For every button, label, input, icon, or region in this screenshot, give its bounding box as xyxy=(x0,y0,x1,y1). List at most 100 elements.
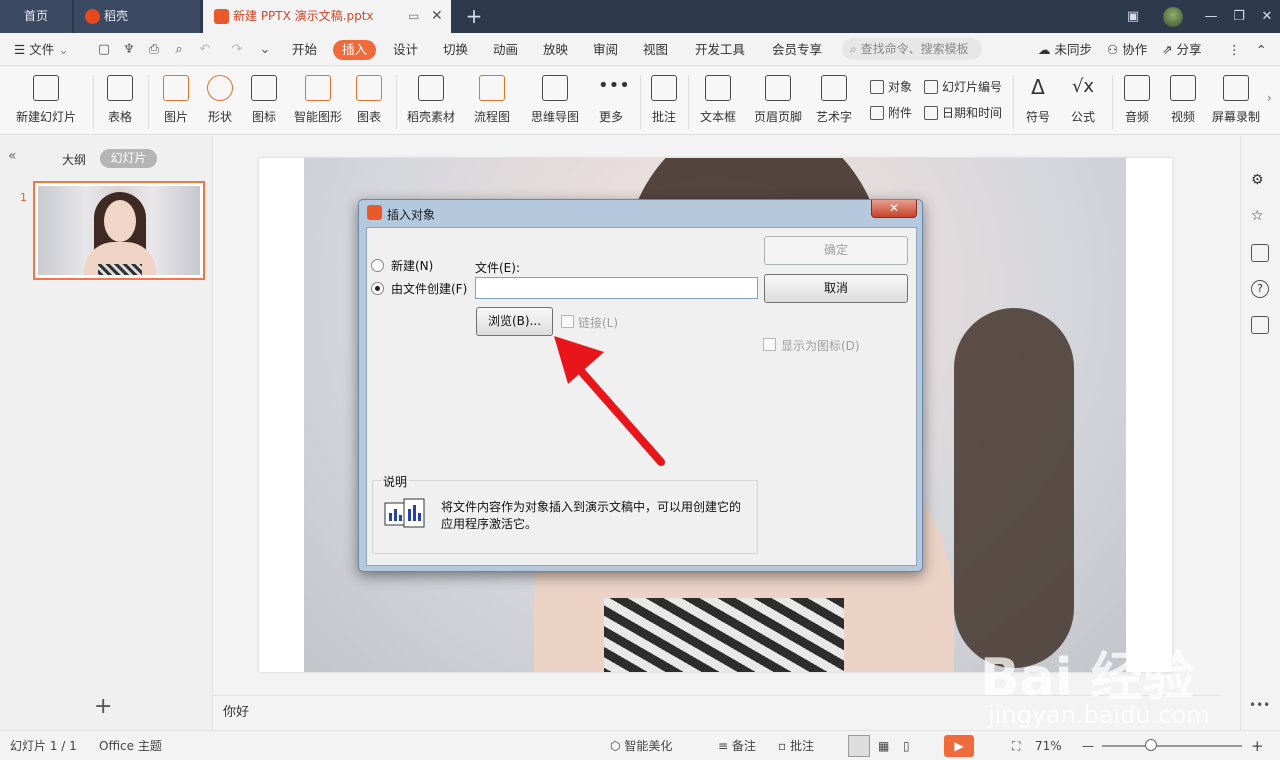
redo-icon[interactable]: ↷ xyxy=(228,41,246,58)
share-button[interactable]: ⇗ 分享 xyxy=(1162,40,1201,60)
vertical-scrollbar[interactable] xyxy=(1220,140,1238,693)
zoom-slider[interactable] xyxy=(1102,745,1242,747)
mindmap-button[interactable]: 思维导图 xyxy=(526,75,584,131)
slide-number: 1 xyxy=(20,191,27,204)
header-footer-button[interactable]: 页眉页脚 xyxy=(752,75,804,131)
smart-beautify-button[interactable]: ⬡ 智能美化 xyxy=(610,738,672,754)
slide-number-button[interactable]: 幻灯片编号 xyxy=(922,78,1002,96)
new-slide-button[interactable]: 新建幻灯片 xyxy=(10,75,82,131)
shape-button[interactable]: 形状 xyxy=(202,75,238,131)
browse-button[interactable]: 浏览(B)... xyxy=(476,307,553,336)
link-checkbox[interactable] xyxy=(561,315,574,328)
daoke-assets-button[interactable]: 稻壳素材 xyxy=(405,75,457,131)
add-slide-button[interactable]: + xyxy=(94,694,112,719)
formula-button[interactable]: √x 公式 xyxy=(1064,75,1102,131)
ribbon-scroll-right-icon[interactable]: › xyxy=(1267,91,1272,105)
zoom-level[interactable]: 71% xyxy=(1035,738,1062,754)
menu-developer[interactable]: 开发工具 xyxy=(695,40,745,60)
textbox-button[interactable]: 文本框 xyxy=(695,75,741,131)
dialog-close-button[interactable]: ✕ xyxy=(871,200,917,218)
tab-document[interactable]: 新建 PPTX 演示文稿.pptx ▭ ✕ xyxy=(203,0,451,33)
picture-button[interactable]: 图片 xyxy=(158,75,194,131)
smart-shape-button[interactable]: 智能图形 xyxy=(292,75,344,131)
chart-button[interactable]: 图表 xyxy=(352,75,386,131)
tab-home[interactable]: 首页 xyxy=(0,0,72,33)
menu-view[interactable]: 视图 xyxy=(643,40,668,60)
attachment-button[interactable]: 附件 xyxy=(868,104,912,122)
wordart-button[interactable]: 艺术字 xyxy=(811,75,857,131)
file-menu[interactable]: ☰ 文件 ⌄ xyxy=(14,40,69,60)
zoom-slider-thumb[interactable] xyxy=(1145,739,1157,751)
save-icon[interactable]: ▢ xyxy=(95,41,113,58)
collapse-panel-icon[interactable]: « xyxy=(8,148,17,164)
collab-button[interactable]: ⚇ 协作 xyxy=(1107,40,1147,60)
notes-toggle-label: 备注 xyxy=(731,739,756,753)
audio-button[interactable]: 音频 xyxy=(1118,75,1156,131)
play-slideshow-button[interactable]: ▶ xyxy=(944,735,974,757)
file-path-input[interactable] xyxy=(475,277,758,299)
date-time-button[interactable]: 日期和时间 xyxy=(922,104,1002,122)
zoom-out-icon[interactable]: — xyxy=(1082,738,1094,754)
sync-status[interactable]: ☁ 未同步 xyxy=(1038,40,1092,60)
print-icon[interactable]: ⎙ xyxy=(145,41,163,58)
more-options-icon[interactable]: ⋮ xyxy=(1228,40,1241,60)
properties-icon[interactable]: ⚙ xyxy=(1251,172,1269,190)
ribbon-divider xyxy=(1013,75,1014,129)
menu-animation[interactable]: 动画 xyxy=(493,40,518,60)
radio-create-from-file[interactable] xyxy=(371,282,384,295)
undo-icon[interactable]: ↶ xyxy=(196,41,214,58)
notes-toggle-button[interactable]: ≡ 备注 xyxy=(718,738,756,754)
object-description-icon xyxy=(384,497,426,529)
tab-outline[interactable]: 大纲 xyxy=(62,151,86,168)
comments-toggle-button[interactable]: ▫ 批注 xyxy=(778,738,814,754)
slide-thumbnail[interactable] xyxy=(33,181,205,280)
display-as-icon-checkbox[interactable] xyxy=(763,338,776,351)
menu-transition[interactable]: 切换 xyxy=(443,40,468,60)
comment-button[interactable]: 批注 xyxy=(648,75,680,131)
restore-button[interactable]: ❐ xyxy=(1224,0,1254,33)
format-painter-icon[interactable]: ♆ xyxy=(120,41,138,58)
backup-icon[interactable] xyxy=(1251,316,1269,334)
symbol-icon: Δ xyxy=(1031,75,1045,99)
close-window-button[interactable]: ✕ xyxy=(1252,0,1280,33)
new-tab-button[interactable]: + xyxy=(462,0,486,33)
flowchart-button[interactable]: 流程图 xyxy=(469,75,515,131)
video-button[interactable]: 视频 xyxy=(1164,75,1202,131)
icon-button[interactable]: 图标 xyxy=(246,75,282,131)
avatar[interactable] xyxy=(1158,0,1188,33)
tab-daoke[interactable]: 稻壳 xyxy=(74,0,200,33)
radio-create-new[interactable] xyxy=(371,259,384,272)
cancel-button[interactable]: 取消 xyxy=(764,274,908,303)
tab-slides[interactable]: 幻灯片 xyxy=(100,149,157,168)
animation-icon[interactable]: ☆ xyxy=(1251,208,1269,226)
menu-review[interactable]: 审阅 xyxy=(593,40,618,60)
zoom-in-icon[interactable]: + xyxy=(1251,738,1264,754)
table-button[interactable]: 表格 xyxy=(102,75,138,131)
customize-toolbar-icon[interactable]: ⌄ xyxy=(256,41,274,58)
more-button[interactable]: ••• 更多 xyxy=(594,75,630,131)
minimize-button[interactable]: — xyxy=(1196,0,1226,33)
help-icon[interactable]: ? xyxy=(1251,280,1269,298)
collapse-ribbon-icon[interactable]: ⌃ xyxy=(1256,40,1266,60)
notes-pane[interactable]: 你好 xyxy=(213,695,1220,730)
ok-button[interactable]: 确定 xyxy=(764,236,908,265)
symbol-button[interactable]: Δ 符号 xyxy=(1019,75,1057,131)
transition-icon[interactable] xyxy=(1251,244,1269,262)
menu-start[interactable]: 开始 xyxy=(292,40,317,60)
normal-view-icon[interactable] xyxy=(848,735,870,757)
screen-record-button[interactable]: 屏幕录制 xyxy=(1210,75,1262,131)
menu-slideshow[interactable]: 放映 xyxy=(543,40,568,60)
command-search[interactable]: ⌕ 查找命令、搜索模板 xyxy=(842,38,982,60)
object-button[interactable]: 对象 xyxy=(868,78,912,96)
reading-view-icon[interactable]: ▯ xyxy=(903,738,910,754)
menu-membership[interactable]: 会员专享 xyxy=(772,40,822,60)
fit-window-icon[interactable]: ⛶ xyxy=(1012,738,1020,754)
menu-design[interactable]: 设计 xyxy=(393,40,418,60)
print-preview-icon[interactable]: ⌕ xyxy=(170,41,188,58)
menu-insert[interactable]: 插入 xyxy=(333,40,377,60)
more-tools-icon[interactable]: ••• xyxy=(1249,698,1270,712)
window-count-icon[interactable]: ▣ xyxy=(1118,0,1148,33)
tab-close-icon[interactable]: ✕ xyxy=(431,0,443,33)
tab-pin-icon[interactable]: ▭ xyxy=(408,0,419,33)
grid-view-icon[interactable]: ▦ xyxy=(878,738,889,754)
